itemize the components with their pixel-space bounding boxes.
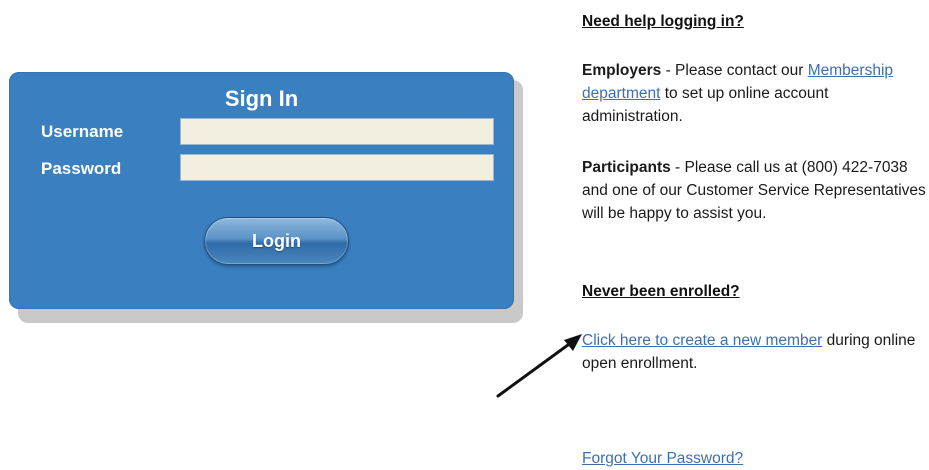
participants-label: Participants bbox=[582, 159, 671, 176]
forgot-password-link[interactable]: Forgot Your Password? bbox=[582, 450, 743, 467]
password-label: Password bbox=[41, 159, 122, 178]
employers-label: Employers bbox=[582, 62, 662, 79]
login-title: Sign In bbox=[224, 86, 299, 111]
employers-paragraph: Employers - Please contact our Membershi… bbox=[582, 59, 927, 128]
enrolled-heading: Never been enrolled? bbox=[582, 283, 740, 300]
forgot-paragraph: Forgot Your Password? bbox=[582, 447, 743, 470]
password-input[interactable] bbox=[180, 154, 494, 181]
help-heading: Need help logging in? bbox=[582, 13, 744, 30]
create-member-paragraph: Click here to create a new member during… bbox=[582, 329, 927, 375]
arrow-pointer-icon bbox=[496, 334, 582, 398]
username-input[interactable] bbox=[180, 118, 494, 145]
create-member-link[interactable]: Click here to create a new member bbox=[582, 332, 822, 349]
employers-prefix: - Please contact our bbox=[661, 62, 808, 79]
participants-paragraph: Participants - Please call us at (800) 4… bbox=[582, 156, 927, 225]
login-panel: Sign In Username Password Login bbox=[9, 72, 514, 309]
login-button[interactable]: Login bbox=[204, 217, 349, 265]
username-label: Username bbox=[41, 122, 124, 141]
